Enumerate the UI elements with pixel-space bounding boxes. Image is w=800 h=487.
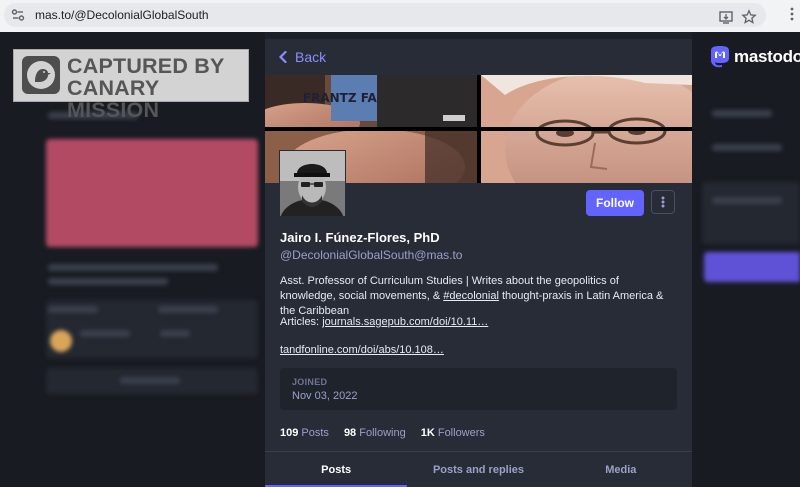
watermark-line-2: CANARY MISSION	[67, 76, 160, 122]
profile-stats: 109 Posts 98 Following 1K Followers	[280, 427, 500, 439]
mastodon-wordmark: mastodon	[734, 47, 800, 66]
profile-display-name: Jairo I. Fúnez-Flores, PhD	[280, 230, 440, 245]
joined-info-box: JOINED Nov 03, 2022	[280, 368, 677, 410]
article-link-tandfonline[interactable]: tandfonline.com/doi/abs/10.108…	[280, 344, 444, 356]
address-bar[interactable]: mas.to/@DecolonialGlobalSouth	[4, 3, 766, 27]
vertical-dots-icon	[661, 196, 665, 208]
bookmark-star-icon[interactable]	[741, 9, 757, 25]
browser-menu-icon[interactable]	[790, 7, 794, 21]
url-text[interactable]: mas.to/@DecolonialGlobalSouth	[35, 8, 209, 22]
chevron-left-icon	[279, 51, 287, 63]
watermark-line-1: CAPTURED BY	[67, 54, 225, 78]
more-options-button[interactable]	[651, 190, 675, 214]
profile-tabs: Posts Posts and replies Media	[265, 451, 692, 487]
article-link-sagepub[interactable]: journals.sagepub.com/doi/10.11…	[322, 316, 488, 328]
profile-column: Back FRANTZ FANON Follow Jairo I. Fúnez-…	[265, 39, 692, 487]
following-count-link[interactable]: 98 Following	[344, 427, 406, 439]
back-button[interactable]: Back	[279, 48, 326, 66]
posts-count: 109	[280, 427, 299, 439]
browser-toolbar: mas.to/@DecolonialGlobalSouth	[0, 0, 800, 32]
tab-posts[interactable]: Posts	[265, 452, 408, 487]
canary-mission-watermark: CAPTURED BY CANARY MISSION	[13, 49, 249, 121]
profile-bio: Asst. Professor of Curriculum Studies | …	[280, 274, 675, 319]
hashtag-decolonial[interactable]: #decolonial	[443, 290, 499, 302]
following-count: 98	[343, 427, 357, 439]
avatar-photo	[280, 151, 345, 216]
articles-label: Articles:	[280, 316, 323, 328]
joined-date: Nov 03, 2022	[292, 390, 358, 402]
followers-count: 1K	[420, 427, 435, 439]
site-settings-icon[interactable]	[11, 8, 25, 22]
followers-count-label: Followers	[437, 427, 485, 439]
follow-button[interactable]: Follow	[586, 190, 644, 216]
mastodon-logo[interactable]: mastodon	[709, 45, 800, 69]
tab-posts-and-replies[interactable]: Posts and replies	[407, 452, 549, 487]
profile-handle: @DecolonialGlobalSouth@mas.to	[280, 248, 463, 262]
followers-count-link[interactable]: 1K Followers	[421, 427, 485, 439]
mastodon-logo-icon	[711, 46, 729, 68]
install-app-icon[interactable]	[718, 9, 734, 25]
posts-count-label: Posts	[301, 427, 329, 439]
tab-media[interactable]: Media	[550, 452, 692, 487]
profile-avatar[interactable]	[279, 150, 346, 217]
posts-count-link[interactable]: 109 Posts	[280, 427, 329, 439]
back-label: Back	[295, 49, 327, 65]
articles-line: Articles: journals.sagepub.com/doi/10.11…	[280, 316, 488, 328]
joined-label: JOINED	[292, 377, 328, 387]
bird-logo-icon	[22, 56, 60, 94]
sign-up-button-blurred	[704, 252, 800, 282]
following-count-label: Following	[359, 427, 406, 439]
